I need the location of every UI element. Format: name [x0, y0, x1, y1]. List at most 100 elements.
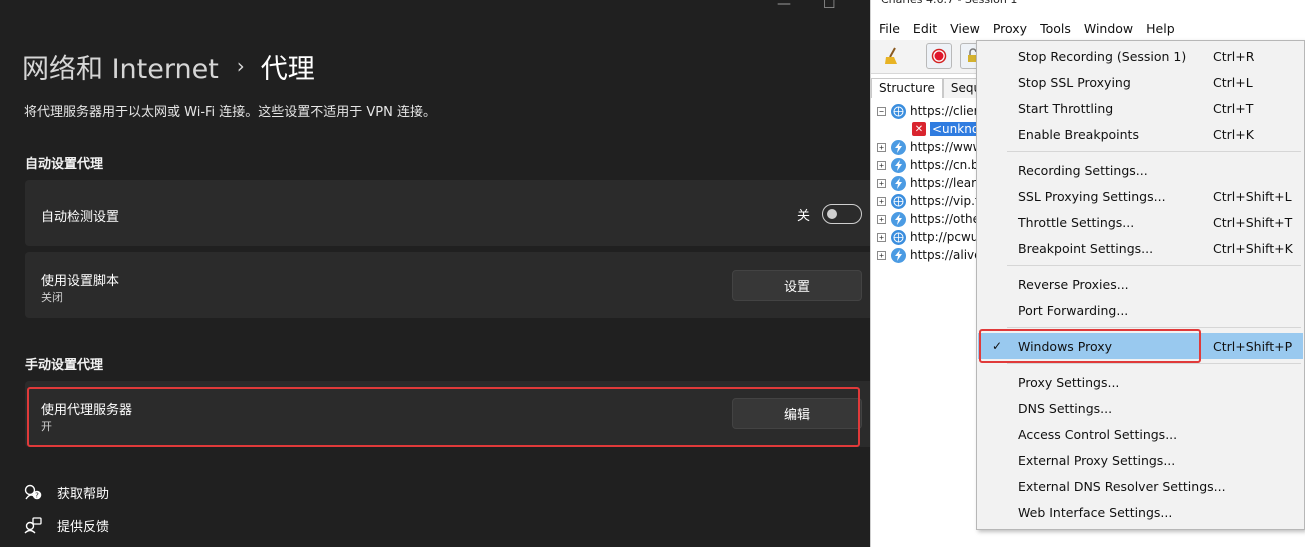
charles-title: Charles 4.6.7 - Session 1 [871, 0, 1305, 9]
bolt-icon [891, 157, 906, 173]
menu-item-recording-settings[interactable]: Recording Settings... [978, 157, 1303, 183]
proxy-server-label: 使用代理服务器 [41, 403, 133, 418]
menu-separator [1007, 265, 1301, 266]
svg-text:?: ? [35, 492, 39, 500]
breadcrumb-parent[interactable]: 网络和 Internet [22, 47, 219, 86]
tree-row[interactable]: + https://othe [877, 210, 980, 228]
tree-row-label: https://clier [910, 104, 979, 118]
proxy-server-card: 使用代理服务器 开 编辑 [25, 381, 875, 447]
menu-item-throttle-settings[interactable]: Throttle Settings... Ctrl+Shift+T [978, 209, 1303, 235]
menu-item-stop-recording[interactable]: Stop Recording (Session 1) Ctrl+R [978, 43, 1303, 69]
expand-icon[interactable]: + [877, 160, 886, 170]
tree-row[interactable]: ✕ <unkno [912, 120, 982, 138]
bolt-icon [891, 175, 906, 191]
menu-help[interactable]: Help [1138, 21, 1180, 36]
menu-view[interactable]: View [942, 21, 985, 36]
page-title: 代理 [260, 53, 315, 85]
menu-proxy[interactable]: Proxy [985, 21, 1032, 36]
tree-row-label: https://vip.t [910, 194, 980, 208]
tree-row[interactable]: + https://cn.b [877, 156, 979, 174]
bolt-icon [891, 139, 906, 155]
menu-item-windows-proxy[interactable]: ✓ Windows Proxy Ctrl+Shift+P [978, 333, 1303, 359]
auto-detect-toggle-group[interactable]: 关 [797, 204, 862, 224]
menu-item-reverse-proxies[interactable]: Reverse Proxies... [978, 271, 1303, 297]
bolt-icon [891, 247, 906, 263]
setup-button[interactable]: 设置 [732, 270, 862, 301]
setup-script-status: 关闭 [41, 291, 63, 304]
menu-edit[interactable]: Edit [905, 21, 942, 36]
globe-icon [891, 193, 906, 209]
tree-row[interactable]: + https://alive [877, 246, 982, 264]
tree-row[interactable]: + https://www [877, 138, 982, 156]
collapse-icon[interactable]: − [877, 106, 886, 116]
menu-item-ssl-proxying-settings[interactable]: SSL Proxying Settings... Ctrl+Shift+L [978, 183, 1303, 209]
menu-separator [1007, 151, 1301, 152]
menu-separator [1007, 363, 1301, 364]
menu-item-port-forwarding[interactable]: Port Forwarding... [978, 297, 1303, 323]
tree-row-label: <unkno [930, 122, 982, 136]
give-feedback-link[interactable]: 提供反馈 [24, 516, 109, 535]
get-help-label: 获取帮助 [57, 487, 110, 502]
globe-icon [891, 103, 906, 119]
globe-icon [891, 229, 906, 245]
tree-row-label: https://othe [910, 212, 981, 226]
menu-item-breakpoint-settings[interactable]: Breakpoint Settings... Ctrl+Shift+K [978, 235, 1303, 261]
auto-detect-label: 自动检测设置 [41, 210, 120, 225]
record-button[interactable] [926, 43, 952, 69]
tree-row-label: https://lear [910, 176, 977, 190]
settings-window: — ☐ 网络和 Internet › 代理 将代理服务器用于以太网或 Wi-Fi… [0, 0, 875, 547]
tree-row[interactable]: − https://clier [877, 102, 979, 120]
menu-bar: File Edit View Proxy Tools Window Help [871, 17, 1305, 39]
menu-item-external-dns-resolver-settings[interactable]: External DNS Resolver Settings... [978, 473, 1303, 499]
menu-item-access-control-settings[interactable]: Access Control Settings... [978, 421, 1303, 447]
tree-row[interactable]: + http://pcwu [877, 228, 978, 246]
broom-icon[interactable] [879, 43, 905, 69]
expand-icon[interactable]: + [877, 214, 886, 224]
tree-row[interactable]: + https://vip.t [877, 192, 980, 210]
menu-item-external-proxy-settings[interactable]: External Proxy Settings... [978, 447, 1303, 473]
check-icon: ✓ [992, 339, 1003, 353]
menu-item-start-throttling[interactable]: Start Throttling Ctrl+T [978, 95, 1303, 121]
page-description: 将代理服务器用于以太网或 Wi-Fi 连接。这些设置不适用于 VPN 连接。 [24, 105, 437, 120]
menu-file[interactable]: File [871, 21, 905, 36]
menu-item-stop-ssl-proxying[interactable]: Stop SSL Proxying Ctrl+L [978, 69, 1303, 95]
breadcrumb: 网络和 Internet › 代理 [22, 46, 315, 86]
setup-script-card: 使用设置脚本 关闭 设置 [25, 252, 875, 318]
proxy-server-status: 开 [41, 420, 52, 433]
expand-icon[interactable]: + [877, 250, 886, 260]
menu-item-proxy-settings[interactable]: Proxy Settings... [978, 369, 1303, 395]
tab-structure[interactable]: Structure [871, 78, 943, 98]
tree-row-label: https://cn.b [910, 158, 979, 172]
menu-item-dns-settings[interactable]: DNS Settings... [978, 395, 1303, 421]
toggle-state-text: 关 [796, 208, 810, 224]
menu-window[interactable]: Window [1076, 21, 1138, 36]
auto-detect-toggle[interactable] [822, 204, 862, 224]
expand-icon[interactable]: + [877, 232, 886, 242]
feedback-icon [24, 517, 42, 534]
menu-separator [1007, 327, 1301, 328]
menu-item-web-interface-settings[interactable]: Web Interface Settings... [978, 499, 1303, 525]
menu-tools[interactable]: Tools [1032, 21, 1076, 36]
expand-icon[interactable]: + [877, 142, 886, 152]
minimize-icon[interactable]: — [777, 0, 791, 12]
manual-section-heading: 手动设置代理 [25, 358, 104, 373]
give-feedback-label: 提供反馈 [57, 520, 110, 535]
error-icon: ✕ [912, 122, 926, 136]
expand-icon[interactable]: + [877, 178, 886, 188]
auto-detect-card: 自动检测设置 关 [25, 180, 875, 246]
auto-section-heading: 自动设置代理 [25, 157, 104, 172]
maximize-icon[interactable]: ☐ [823, 0, 836, 12]
tree-row[interactable]: + https://lear [877, 174, 976, 192]
bolt-icon [891, 211, 906, 227]
record-icon [931, 48, 947, 64]
tree-row-label: https://alive [910, 248, 982, 262]
tree-row-label: https://www [910, 140, 983, 154]
proxy-menu-dropdown: Stop Recording (Session 1) Ctrl+R Stop SS… [976, 40, 1305, 530]
expand-icon[interactable]: + [877, 196, 886, 206]
get-help-link[interactable]: ? 获取帮助 [24, 483, 109, 502]
help-icon: ? [24, 484, 42, 500]
edit-button[interactable]: 编辑 [732, 398, 862, 429]
menu-item-enable-breakpoints[interactable]: Enable Breakpoints Ctrl+K [978, 121, 1303, 147]
setup-script-label: 使用设置脚本 [41, 274, 120, 289]
chevron-right-icon: › [236, 54, 245, 78]
